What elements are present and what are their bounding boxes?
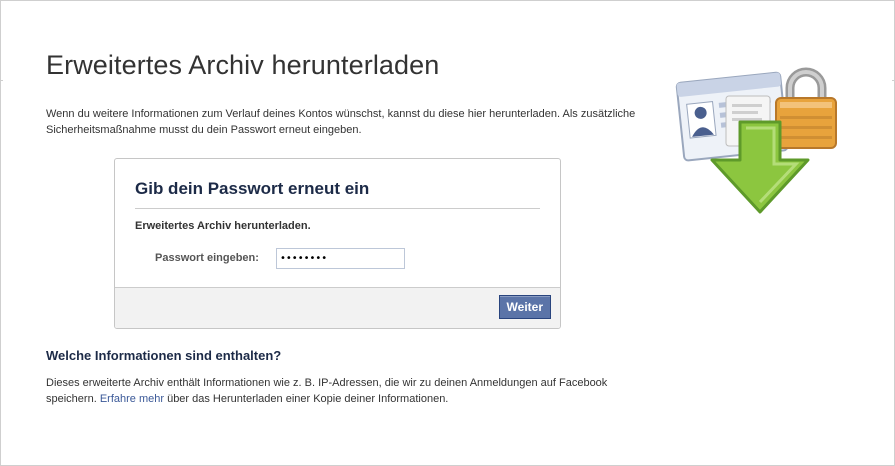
info-text-part2: über das Herunterladen einer Kopie deine… bbox=[164, 393, 449, 405]
dialog-footer: Weiter bbox=[115, 287, 560, 328]
page-title: Erweitertes Archiv herunterladen bbox=[46, 50, 440, 80]
continue-button[interactable]: Weiter bbox=[498, 295, 551, 319]
dialog-divider bbox=[135, 208, 540, 209]
password-dialog: Gib dein Passwort erneut ein Erweitertes… bbox=[114, 158, 561, 329]
archive-download-lock-icon bbox=[675, 67, 837, 214]
password-input[interactable] bbox=[276, 248, 405, 269]
learn-more-link[interactable]: Erfahre mehr bbox=[100, 393, 164, 405]
intro-text: Wenn du weitere Informationen zum Verlau… bbox=[46, 108, 636, 136]
dialog-title: Gib dein Passwort erneut ein bbox=[135, 179, 370, 198]
info-text: Dieses erweiterte Archiv enthält Informa… bbox=[46, 375, 616, 407]
dialog-subtitle: Erweitertes Archiv herunterladen. bbox=[135, 220, 311, 232]
password-label: Passwort eingeben: bbox=[155, 252, 259, 264]
info-heading: Welche Informationen sind enthalten? bbox=[46, 348, 282, 363]
frame-tick-left bbox=[0, 80, 3, 81]
